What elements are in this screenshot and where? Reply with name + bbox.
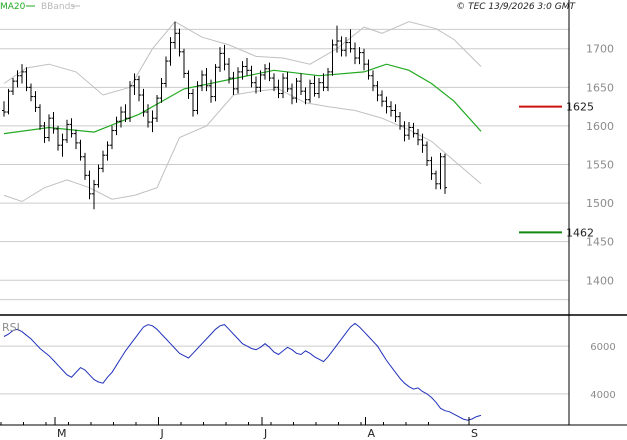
price-bars [2,21,447,210]
price-tick-label: 1550 [586,159,614,172]
ohlc-bar [20,64,24,84]
ohlc-bar [51,112,56,134]
rsi-tick-label: 4000 [590,390,615,401]
ohlc-bar [249,65,254,88]
price-tick-label: 1450 [586,236,614,249]
copyright-notice: © TEC 13/9/2026 3:0 GMT [456,2,576,12]
ohlc-bar [83,152,87,180]
ohlc-bar [173,21,177,49]
price-tick-label: 1700 [586,43,614,56]
ohlc-bar [168,37,173,66]
ohlc-bar [87,170,92,200]
ohlc-bar [402,121,407,142]
ohlc-bar [155,95,159,123]
ohlc-bar [191,88,195,117]
ohlc-bar [231,71,236,96]
month-label: A [368,427,376,440]
month-label: S [471,427,478,440]
ohlc-bar [389,101,393,117]
month-axis: MJJAS [0,417,478,440]
ohlc-bar [375,81,380,102]
ohlc-bar [101,150,105,173]
y-axis-labels: 1400 1450 1500 1550 1600 1650 1700 4000 6000 [586,43,616,401]
bband-upper-line [3,21,482,96]
ohlc-bar [6,88,11,115]
ohlc-bar [56,125,60,151]
ohlc-bar [150,110,155,133]
ohlc-bar [218,47,222,72]
ohlc-bar [398,112,402,130]
ohlc-bar [110,125,114,150]
ohlc-bar [236,67,240,94]
ohlc-bar [317,78,321,99]
ohlc-bar [96,164,101,188]
ohlc-bar [443,153,447,194]
rsi-polyline [3,322,482,421]
ohlc-bar [380,90,384,107]
ohlc-bar [78,139,83,161]
ohlc-bar [308,79,312,103]
ohlc-bar [69,118,74,138]
ohlc-bar [290,83,294,105]
ohlc-bar [411,122,416,138]
ohlc-bar [74,129,78,150]
ohlc-bar [357,47,362,65]
ohlc-bar [159,78,164,103]
ohlc-bar [2,101,6,117]
ohlc-bar [42,122,47,143]
ohlc-bar [312,75,317,97]
ohlc-bar [92,179,96,210]
technical-chart: 16251462 1400 1450 1500 1550 1600 1650 1700 400… [0,0,627,440]
ohlc-bar [416,128,420,146]
price-tick-label: 1650 [586,81,614,94]
month-label: J [160,427,164,440]
rsi-panel-label: RSI [2,321,20,334]
price-tick-label: 1400 [586,274,614,287]
ohlc-bar [105,141,110,161]
rsi-tick-label: 6000 [590,342,615,353]
ohlc-bar [362,48,366,71]
ohlc-bar [11,78,15,96]
ohlc-bar [29,83,33,102]
ohlc-bar [272,73,276,92]
ohlc-bar [438,152,443,190]
month-label: J [263,427,267,440]
ohlc-bar [186,70,191,99]
rsi-line [3,322,482,421]
ohlc-bar [137,75,141,102]
price-tick-label: 1500 [586,197,614,210]
ohlc-bar [60,133,65,157]
resistance-level-label: 1625 [566,101,594,114]
ohlc-bar [393,104,398,123]
ohlc-bar [384,96,389,114]
legend-bbands: BBands [41,2,75,12]
ohlc-bar [65,119,69,143]
ohlc-bar [164,56,168,88]
ohlc-bar [321,73,326,92]
ohlc-bar [434,170,438,190]
ohlc-bar [182,48,186,79]
legend-ma20: MA20 [0,2,26,12]
ohlc-bar [299,73,303,96]
ohlc-bar [177,28,182,57]
panel-frames [0,0,627,426]
legend: MA20 BBands [0,2,80,12]
price-tick-label: 1600 [586,120,614,133]
month-label: M [57,427,67,440]
ohlc-bar [425,141,429,167]
ohlc-bar [33,91,38,113]
ohlc-bar [353,42,357,65]
ohlc-bar [371,70,375,92]
ohlc-bar [119,106,123,128]
ohlc-bar [245,57,249,76]
ohlc-bar [330,39,335,76]
support-resistance-levels: 16251462 [519,101,594,239]
ohlc-bar [281,73,285,99]
ohlc-bar [285,71,290,92]
ohlc-bar [429,156,434,180]
ohlc-bar [200,70,204,92]
